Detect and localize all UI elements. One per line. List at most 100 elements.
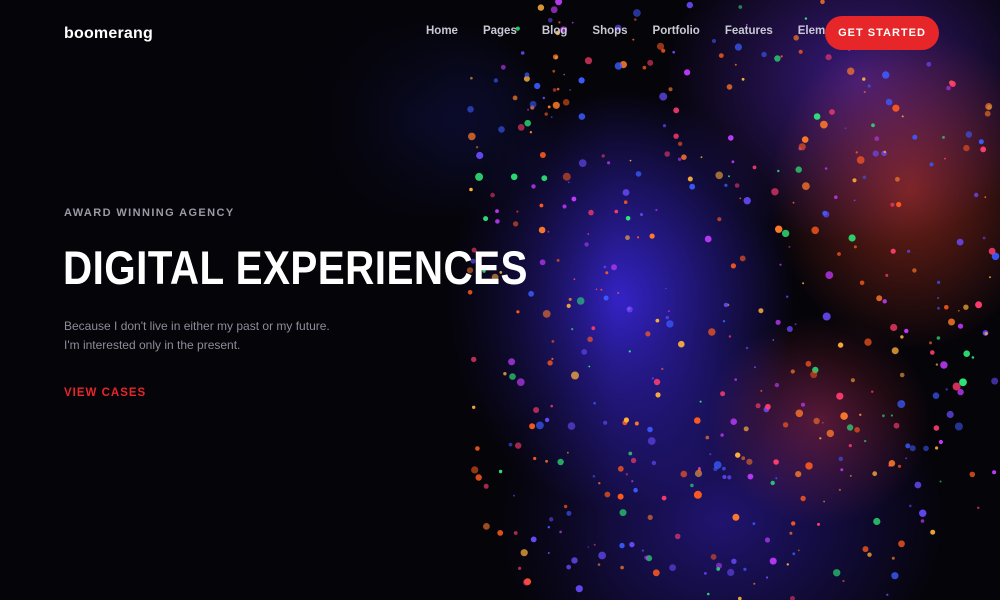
paint-speckle <box>713 466 718 472</box>
paint-speckle <box>730 263 737 269</box>
paint-speckle <box>923 445 929 452</box>
paint-speckle <box>539 259 546 266</box>
nav-item-features[interactable]: Features <box>725 25 773 37</box>
paint-speckle <box>490 192 495 198</box>
paint-speckle <box>774 382 780 388</box>
paint-speckle <box>634 18 637 21</box>
paint-speckle <box>963 144 970 152</box>
paint-speckle <box>598 551 606 560</box>
paint-speckle <box>935 446 939 450</box>
paint-speckle <box>483 216 489 222</box>
paint-speckle <box>642 65 647 70</box>
paint-speckle <box>587 233 590 235</box>
paint-speckle <box>539 152 546 158</box>
paint-speckle <box>510 173 518 181</box>
paint-speckle <box>547 230 550 233</box>
paint-speckle <box>677 157 682 161</box>
paint-speckle <box>948 318 955 326</box>
paint-speckle <box>674 533 681 540</box>
paint-speckle <box>781 229 790 238</box>
paint-speckle <box>848 444 852 448</box>
paint-speckle <box>933 425 940 431</box>
get-started-button[interactable]: GET STARTED <box>825 16 939 50</box>
paint-speckle <box>837 342 844 348</box>
site-logo[interactable]: boomerang <box>64 25 153 43</box>
paint-speckle <box>771 188 779 196</box>
paint-speckle <box>882 299 887 304</box>
paint-speckle <box>836 392 844 400</box>
paint-speckle <box>774 55 781 62</box>
paint-speckle <box>958 309 960 312</box>
nav-item-pages[interactable]: Pages <box>483 25 517 37</box>
paint-speckle <box>834 195 838 199</box>
paint-speckle <box>533 456 537 461</box>
paint-speckle <box>883 150 886 154</box>
paint-speckle <box>508 358 516 366</box>
paint-speckle <box>872 150 879 157</box>
paint-speckle <box>804 17 808 20</box>
paint-speckle <box>864 338 872 346</box>
paint-speckle <box>912 134 918 140</box>
paint-speckle <box>882 414 885 418</box>
paint-speckle <box>747 473 754 480</box>
paint-speckle <box>523 579 530 586</box>
paint-speckle <box>773 459 779 465</box>
paint-speckle <box>566 303 571 308</box>
paint-speckle <box>604 491 611 498</box>
paint-speckle <box>697 468 701 472</box>
paint-speckle <box>495 219 500 224</box>
paint-speckle <box>562 172 571 181</box>
paint-speckle <box>801 402 805 407</box>
paint-speckle <box>738 5 743 9</box>
paint-speckle <box>571 328 574 331</box>
paint-speckle <box>932 392 940 400</box>
nav-item-blog[interactable]: Blog <box>542 25 568 37</box>
paint-speckle <box>755 403 761 409</box>
paint-speckle <box>743 567 747 571</box>
paint-speckle <box>905 457 907 460</box>
paint-speckle <box>633 487 638 493</box>
paint-speckle <box>578 77 585 84</box>
paint-speckle <box>536 421 544 430</box>
paint-speckle <box>550 6 558 14</box>
paint-speckle <box>571 21 574 24</box>
paint-speckle <box>984 332 988 336</box>
paint-speckle <box>775 477 778 480</box>
paint-speckle <box>893 422 900 429</box>
view-cases-link[interactable]: VIEW CASES <box>64 387 146 399</box>
paint-speckle <box>731 558 737 564</box>
paint-speckle <box>597 563 601 566</box>
paint-speckle <box>890 248 896 254</box>
paint-speckle <box>786 563 789 566</box>
paint-speckle <box>593 401 596 405</box>
paint-speckle <box>988 247 996 255</box>
paint-speckle <box>936 336 941 340</box>
paint-speckle <box>555 0 563 6</box>
paint-speckle <box>593 543 596 546</box>
paint-speckle <box>699 400 702 403</box>
paint-speckle <box>569 89 571 91</box>
paint-speckle <box>649 233 655 239</box>
paint-speckle <box>850 378 856 383</box>
paint-speckle <box>617 493 624 500</box>
paint-speckle <box>512 95 518 101</box>
paint-speckle <box>556 87 560 91</box>
paint-speckle <box>562 204 567 209</box>
paint-speckle <box>575 585 583 593</box>
paint-speckle <box>862 175 867 180</box>
paint-speckle <box>614 62 623 70</box>
nav-item-portfolio[interactable]: Portfolio <box>653 25 700 37</box>
paint-speckle <box>686 1 693 9</box>
paint-speckle <box>909 445 916 452</box>
paint-speckle <box>568 297 572 301</box>
paint-speckle <box>617 292 620 294</box>
paint-speckle <box>731 160 735 164</box>
paint-speckle <box>833 569 841 577</box>
paint-speckle <box>760 389 763 392</box>
paint-speckle <box>867 552 872 557</box>
nav-item-home[interactable]: Home <box>426 25 458 37</box>
hero-title: DIGITAL EXPERIENCES <box>63 241 528 294</box>
paint-speckle <box>673 133 679 139</box>
nav-item-shops[interactable]: Shops <box>592 25 627 37</box>
paint-speckle <box>622 189 630 196</box>
